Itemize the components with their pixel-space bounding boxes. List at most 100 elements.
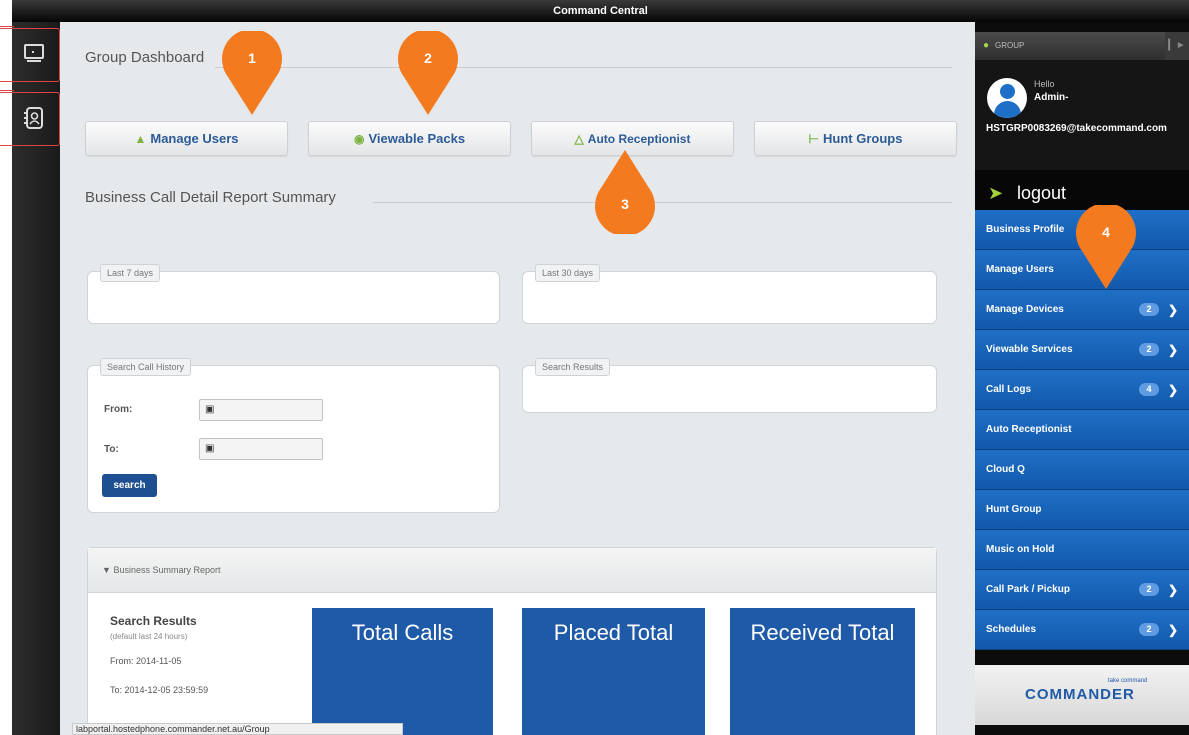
- menu-label: Music on Hold: [986, 544, 1055, 555]
- menu-item-schedules[interactable]: Schedules 2 ❯: [975, 610, 1189, 650]
- menu-label: Hunt Group: [986, 504, 1042, 515]
- chevron-right-icon: ❯: [1167, 623, 1178, 637]
- menu-item-call-logs[interactable]: Call Logs 4 ❯: [975, 370, 1189, 410]
- group-label: GROUP: [995, 41, 1025, 50]
- search-results-panel: Search Results: [522, 358, 937, 413]
- callout-marker: 4: [1074, 203, 1138, 289]
- menu-item-viewable-services[interactable]: Viewable Services 2 ❯: [975, 330, 1189, 370]
- page-title: Group Dashboard: [85, 49, 205, 66]
- last-30-days-label: Last 30 days: [535, 264, 601, 282]
- app-window: Command Central Group Dashboard ▲ Manage…: [0, 0, 1189, 735]
- count-badge: 4: [1139, 383, 1159, 396]
- menu-label: Call Park / Pickup: [986, 584, 1070, 595]
- callout-marker: 1: [220, 29, 284, 115]
- business-summary-report: ▼ Business Summary Report Search Results…: [87, 547, 937, 735]
- calendar-icon: ▣: [205, 404, 215, 415]
- viewable-packs-button[interactable]: ◉ Viewable Packs: [308, 121, 511, 156]
- menu-label: Schedules: [986, 624, 1037, 635]
- received-total-tile: Received Total: [730, 608, 915, 735]
- group-bar: ● GROUP ▎►: [975, 32, 1189, 60]
- last-30-days-panel: Last 30 days: [522, 264, 937, 324]
- menu-item-manage-devices[interactable]: Manage Devices 2 ❯: [975, 290, 1189, 330]
- chevron-right-icon: ❯: [1167, 583, 1178, 597]
- org-chart-icon: △: [574, 131, 584, 146]
- search-results-label: Search Results: [535, 358, 611, 376]
- viewable-packs-label: Viewable Packs: [368, 131, 466, 146]
- chevron-right-icon: ❯: [1167, 383, 1178, 397]
- count-badge: 2: [1139, 623, 1159, 636]
- menu-item-auto-receptionist[interactable]: Auto Receptionist: [975, 410, 1189, 450]
- hunt-groups-button[interactable]: ⊢ Hunt Groups: [754, 121, 957, 156]
- menu-label: Viewable Services: [986, 344, 1073, 355]
- brand-name: COMMANDER: [1025, 686, 1135, 703]
- callout-marker: 2: [396, 29, 460, 115]
- highlight-line: [0, 26, 14, 27]
- divider: [373, 202, 952, 203]
- address-book-icon: [24, 107, 43, 129]
- search-call-history-panel: Search Call History From: ▣ To: ▣ search: [87, 358, 500, 513]
- user-name: Admin-: [1034, 92, 1069, 103]
- search-call-history-label: Search Call History: [100, 358, 192, 376]
- menu-label: Auto Receptionist: [986, 424, 1072, 435]
- menu-label: Cloud Q: [986, 464, 1025, 475]
- hierarchy-icon: ⊢: [808, 131, 819, 146]
- menu-label: Manage Devices: [986, 304, 1064, 315]
- callout-number: 4: [1102, 224, 1110, 240]
- placed-total-tile: Placed Total: [522, 608, 705, 735]
- main-content: Group Dashboard ▲ Manage Users ◉ Viewabl…: [60, 22, 975, 735]
- report-title: Business Call Detail Report Summary: [85, 189, 336, 206]
- brand-logo: take command COMMANDER: [975, 665, 1189, 725]
- hello-text: Hello: [1034, 79, 1055, 89]
- menu-item-cloud-q[interactable]: Cloud Q: [975, 450, 1189, 490]
- to-date-input[interactable]: ▣: [199, 438, 323, 460]
- callout-number: 3: [621, 196, 629, 212]
- monitor-icon: [24, 44, 44, 62]
- brand-tagline: take command: [1108, 678, 1148, 684]
- eye-icon: ◉: [353, 131, 365, 146]
- count-badge: 2: [1139, 343, 1159, 356]
- menu-label: Manage Users: [986, 264, 1054, 275]
- results-subtitle: (default last 24 hours): [110, 632, 188, 641]
- from-date-input[interactable]: ▣: [199, 399, 323, 421]
- auto-receptionist-label: Auto Receptionist: [587, 131, 691, 146]
- calendar-icon: ▣: [205, 443, 215, 454]
- manage-users-label: Manage Users: [150, 131, 239, 146]
- from-date-text: From: 2014-11-05: [110, 656, 182, 666]
- count-badge: 2: [1139, 303, 1159, 316]
- count-badge: 2: [1139, 583, 1159, 596]
- summary-header[interactable]: ▼ Business Summary Report: [88, 548, 936, 593]
- divider: [215, 67, 952, 68]
- right-sidebar: ● GROUP ▎► Hello Admin- HSTGRP0083269@ta…: [975, 22, 1189, 735]
- window-title: Command Central: [12, 0, 1189, 22]
- menu-item-hunt-group[interactable]: Hunt Group: [975, 490, 1189, 530]
- status-url: labportal.hostedphone.commander.net.au/G…: [72, 723, 403, 735]
- results-title: Search Results: [110, 614, 197, 628]
- search-button[interactable]: search: [102, 474, 157, 497]
- chevron-right-icon: ❯: [1167, 303, 1178, 317]
- chevron-right-icon: ❯: [1167, 343, 1178, 357]
- callout-number: 2: [424, 50, 432, 66]
- collapse-panel-icon[interactable]: ▎►: [1165, 32, 1189, 60]
- to-label: To:: [104, 444, 119, 455]
- group-icon: ●: [983, 40, 990, 51]
- manage-users-button[interactable]: ▲ Manage Users: [85, 121, 288, 156]
- highlight-line: [0, 90, 14, 91]
- hunt-groups-label: Hunt Groups: [823, 131, 903, 146]
- callout-number: 1: [248, 50, 256, 66]
- user-icon: ▲: [134, 131, 147, 146]
- desktop-button[interactable]: [0, 28, 60, 82]
- callout-marker: 3: [593, 150, 657, 236]
- last-7-days-label: Last 7 days: [100, 264, 161, 282]
- user-email: HSTGRP0083269@takecommand.com: [986, 123, 1167, 134]
- total-calls-tile: Total Calls: [312, 608, 493, 735]
- menu-item-music-on-hold[interactable]: Music on Hold: [975, 530, 1189, 570]
- contacts-button[interactable]: [0, 92, 60, 146]
- collapse-triangle-icon: ▼: [102, 565, 111, 575]
- menu-label: Call Logs: [986, 384, 1032, 395]
- last-7-days-panel: Last 7 days: [87, 264, 500, 324]
- summary-header-label: Business Summary Report: [113, 565, 221, 575]
- logout-label: logout: [1017, 183, 1067, 203]
- menu-label: Business Profile: [986, 224, 1065, 235]
- menu-item-call-park-pickup[interactable]: Call Park / Pickup 2 ❯: [975, 570, 1189, 610]
- to-date-text: To: 2014-12-05 23:59:59: [110, 685, 209, 695]
